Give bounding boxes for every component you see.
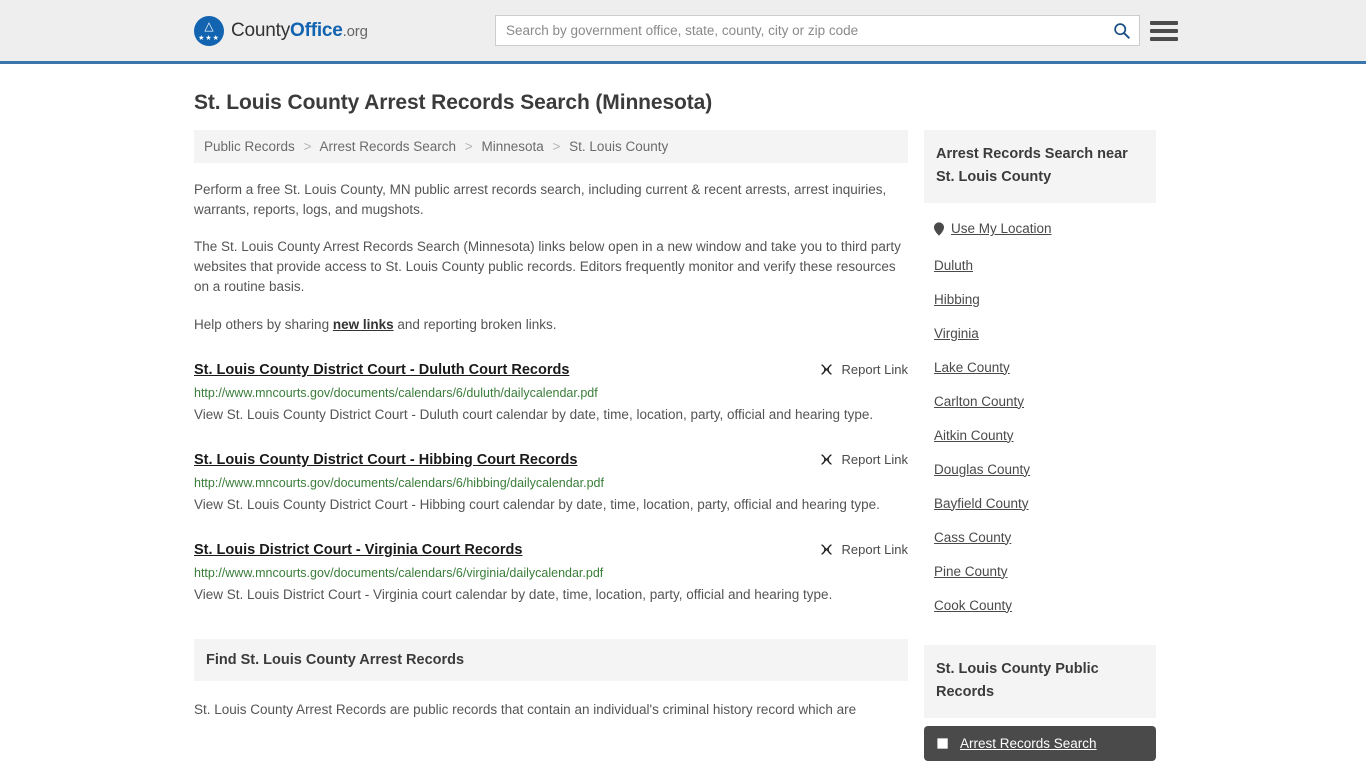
search-bar[interactable] [495,15,1140,46]
breadcrumb-separator: > [464,139,473,154]
content-columns: Public Records > Arrest Records Search >… [194,130,1172,768]
sidebar-link-lake-county[interactable]: Lake County [924,360,1010,375]
breadcrumb-item-0[interactable]: Public Records [204,139,295,154]
intro-paragraph-1: Perform a free St. Louis County, MN publ… [194,182,887,217]
sidebar-link-carlton-county[interactable]: Carlton County [924,394,1024,409]
site-logo[interactable]: △ ★★★ CountyOffice.org [194,15,368,46]
breadcrumb-item-3[interactable]: St. Louis County [569,139,668,154]
sidebar: Arrest Records Search near St. Louis Cou… [924,130,1156,768]
sidebar-item-label: Arrest Records Search [960,735,1097,751]
breadcrumb: Public Records > Arrest Records Search >… [194,130,908,163]
result-description: View St. Louis County District Court - D… [194,407,874,422]
nearby-links-list: Use My Location Duluth Hibbing Virginia … [924,221,1156,615]
broken-link-icon [820,454,832,465]
intro-p3-after: and reporting broken links. [393,317,557,332]
eagle-stars-seal-icon: △ ★★★ [194,15,224,46]
result-item: St. Louis District Court - Virginia Cour… [194,541,908,605]
use-my-location-label: Use My Location [951,221,1052,236]
result-url[interactable]: http://www.mncourts.gov/documents/calend… [194,565,908,581]
result-title-link[interactable]: St. Louis County District Court - Duluth… [194,361,569,380]
result-item: St. Louis County District Court - Duluth… [194,361,908,425]
logo-text-office: Office [290,19,343,41]
result-description: View St. Louis County District Court - H… [194,497,880,512]
intro-paragraph-2: The St. Louis County Arrest Records Sear… [194,239,901,294]
intro-text: Perform a free St. Louis County, MN publ… [194,180,908,335]
result-url[interactable]: http://www.mncourts.gov/documents/calend… [194,385,908,401]
result-title-link[interactable]: St. Louis District Court - Virginia Cour… [194,541,522,560]
intro-p3-before: Help others by sharing [194,317,333,332]
result-url[interactable]: http://www.mncourts.gov/documents/calend… [194,475,908,491]
report-link-label: Report Link [841,542,908,557]
sidebar-link-duluth[interactable]: Duluth [924,258,973,273]
report-link-button[interactable]: Report Link [819,361,908,377]
nearby-search-heading: Arrest Records Search near St. Louis Cou… [924,130,1156,203]
intro-paragraph-3: Help others by sharing new links and rep… [194,315,908,335]
sidebar-link-aitkin-county[interactable]: Aitkin County [924,428,1014,443]
public-records-box: St. Louis County Public Records Arrest R… [924,644,1156,768]
result-description: View St. Louis District Court - Virginia… [194,587,833,602]
file-icon [937,737,948,749]
sidebar-link-pine-county[interactable]: Pine County [924,564,1008,579]
search-input[interactable] [496,16,1103,45]
list-item: Carlton County [924,393,1156,411]
result-title-link[interactable]: St. Louis County District Court - Hibbin… [194,451,577,470]
list-item: Douglas County [924,461,1156,479]
list-item: Cass County [924,529,1156,547]
breadcrumb-item-1[interactable]: Arrest Records Search [319,139,456,154]
list-item: Aitkin County [924,427,1156,445]
sidebar-link-hibbing[interactable]: Hibbing [924,292,980,307]
hamburger-bar-3 [1150,36,1178,41]
list-item: Hibbing [924,291,1156,309]
site-header: △ ★★★ CountyOffice.org [0,0,1366,64]
logo-text-county: County [231,19,291,41]
sidebar-link-cook-county[interactable]: Cook County [924,598,1012,613]
list-item: Cook County [924,597,1156,615]
list-item: Duluth [924,257,1156,275]
result-header: St. Louis District Court - Virginia Cour… [194,541,908,560]
report-link-button[interactable]: Report Link [819,541,908,557]
list-item: Pine County [924,563,1156,581]
page-title: St. Louis County Arrest Records Search (… [194,91,713,114]
hamburger-menu-icon[interactable] [1150,20,1178,41]
report-link-label: Report Link [841,452,908,467]
sidebar-link-bayfield-county[interactable]: Bayfield County [924,496,1029,511]
map-pin-icon [934,221,944,236]
hamburger-bar-1 [1150,20,1178,25]
breadcrumb-separator: > [303,139,312,154]
hamburger-bar-2 [1150,28,1178,33]
main-content: Public Records > Arrest Records Search >… [194,130,908,720]
new-links-link[interactable]: new links [333,317,394,332]
result-header: St. Louis County District Court - Duluth… [194,361,908,380]
find-records-body: St. Louis County Arrest Records are publ… [194,702,857,717]
list-item: Lake County [924,359,1156,377]
broken-link-icon [820,364,832,375]
list-item: Virginia [924,325,1156,343]
use-my-location-link[interactable]: Use My Location [924,221,1052,236]
sidebar-link-douglas-county[interactable]: Douglas County [924,462,1030,477]
sidebar-link-virginia[interactable]: Virginia [924,326,979,341]
page-container: St. Louis County Arrest Records Search (… [0,91,1366,768]
breadcrumb-separator: > [552,139,561,154]
report-link-label: Report Link [841,362,908,377]
search-button[interactable] [1103,16,1139,45]
logo-text-org: .org [342,22,368,40]
sidebar-item-arrest-records-search[interactable]: Arrest Records Search [924,725,1156,761]
logo-text: CountyOffice.org [231,20,368,42]
broken-link-icon [820,544,832,555]
find-records-heading: Find St. Louis County Arrest Records [194,639,908,681]
public-records-heading: St. Louis County Public Records [924,644,1156,718]
list-item: Use My Location [924,221,1156,241]
search-icon [1113,23,1130,39]
result-header: St. Louis County District Court - Hibbin… [194,451,908,470]
report-link-button[interactable]: Report Link [819,451,908,467]
result-item: St. Louis County District Court - Hibbin… [194,451,908,515]
list-item: Bayfield County [924,495,1156,513]
breadcrumb-item-2[interactable]: Minnesota [481,139,543,154]
public-records-list: Arrest Records Search Court Records Sear… [924,725,1156,768]
sidebar-link-cass-county[interactable]: Cass County [924,530,1011,545]
